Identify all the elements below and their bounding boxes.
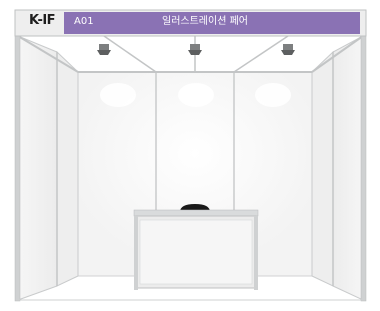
spotlight-3	[281, 44, 295, 55]
light-rod-1	[103, 35, 157, 73]
company-name: 일러스트레이션 페어	[162, 16, 248, 27]
spotlight-2	[188, 44, 202, 55]
booth-illustration: K-IF A01 일러스트레이션 페어	[0, 0, 380, 311]
reception-counter	[133, 209, 259, 290]
light-rod-3	[233, 35, 289, 73]
light-glow-2	[178, 83, 214, 107]
right-side-wall-back	[311, 50, 334, 287]
front-post-right	[360, 9, 367, 302]
front-post-left	[14, 9, 21, 302]
light-glow-3	[255, 83, 291, 107]
booth-drawing	[14, 9, 367, 302]
booth-code: A01	[74, 16, 94, 27]
right-side-wall-front	[332, 35, 364, 301]
spotlight-1	[97, 44, 111, 55]
left-side-wall-back	[56, 50, 79, 287]
booth-logo: K-IF	[29, 13, 56, 28]
left-side-wall-front	[17, 35, 58, 301]
light-glow-1	[100, 83, 136, 107]
